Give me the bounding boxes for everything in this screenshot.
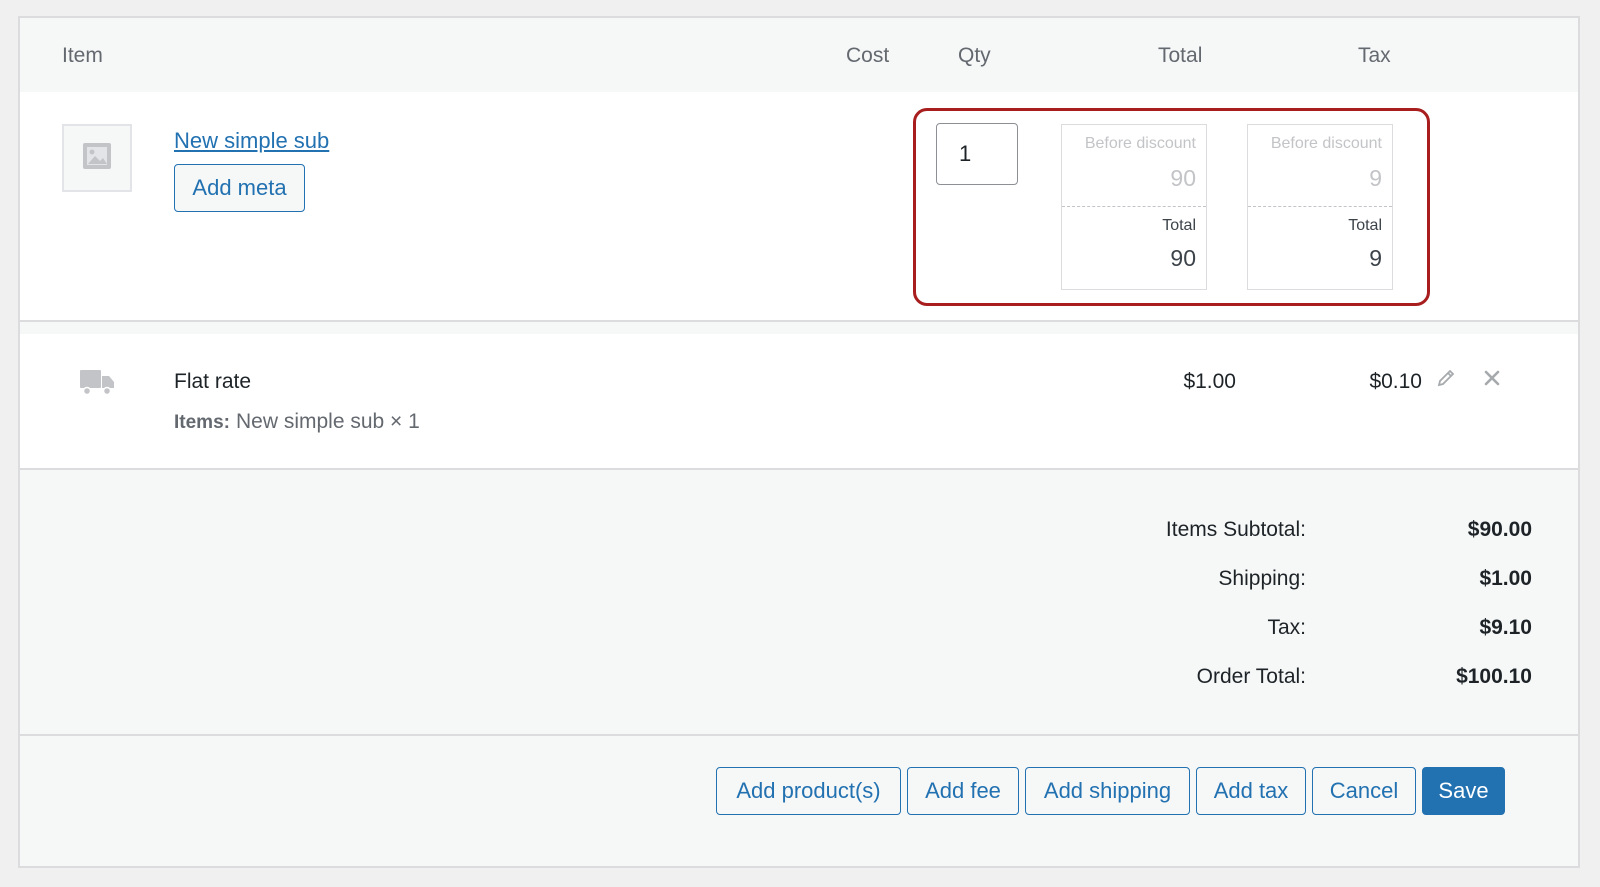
pencil-icon[interactable] <box>1436 368 1456 393</box>
shipping-row: Flat rate Items: New simple sub × 1 $1.00… <box>20 334 1578 470</box>
shipping-value: $1.00 <box>1479 567 1532 590</box>
header-qty: Qty <box>958 44 991 67</box>
order-total-value: $100.10 <box>1456 665 1532 688</box>
shipping-method-name: Flat rate <box>174 370 252 393</box>
totals-row-shipping: Shipping: $1.00 <box>20 567 1578 597</box>
add-meta-button[interactable]: Add meta <box>174 164 305 212</box>
order-total-label: Order Total: <box>1196 665 1306 688</box>
subtotal-value: $90.00 <box>1467 518 1532 541</box>
totals-row-tax: Tax: $9.10 <box>20 616 1578 646</box>
shipping-items-label: Items: <box>174 412 230 433</box>
save-button[interactable]: Save <box>1422 767 1505 815</box>
shipping-total: $1.00 <box>1183 370 1236 393</box>
product-thumbnail <box>62 124 132 192</box>
subtotal-label: Items Subtotal: <box>1165 518 1306 541</box>
header-total: Total <box>1158 44 1203 67</box>
header-tax: Tax <box>1358 44 1391 67</box>
order-items-panel: Item Cost Qty Total Tax New simple sub A… <box>18 16 1580 868</box>
line-item-row: New simple sub Add meta 1 Before discoun… <box>20 92 1578 322</box>
truck-icon <box>80 368 114 401</box>
add-fee-button[interactable]: Add fee <box>907 767 1019 815</box>
shipping-tax: $0.10 <box>1369 370 1422 393</box>
highlight-annotation <box>913 108 1430 306</box>
add-shipping-button[interactable]: Add shipping <box>1025 767 1190 815</box>
items-table-header: Item Cost Qty Total Tax <box>20 18 1578 92</box>
close-icon[interactable] <box>1484 370 1500 391</box>
image-placeholder-icon <box>82 142 112 175</box>
shipping-label: Shipping: <box>1218 567 1306 590</box>
totals-row-subtotal: Items Subtotal: $90.00 <box>20 518 1578 548</box>
tax-label: Tax: <box>1267 616 1306 639</box>
add-tax-button[interactable]: Add tax <box>1196 767 1306 815</box>
shipping-items-value: New simple sub × 1 <box>235 410 420 433</box>
tax-value: $9.10 <box>1479 616 1532 639</box>
shipping-items-meta: Items: New simple sub × 1 <box>174 410 420 434</box>
header-item: Item <box>62 44 103 67</box>
add-products-button[interactable]: Add product(s) <box>716 767 901 815</box>
actions-divider <box>20 734 1578 736</box>
header-cost: Cost <box>846 44 890 67</box>
product-name-link[interactable]: New simple sub <box>174 128 329 154</box>
cancel-button[interactable]: Cancel <box>1312 767 1416 815</box>
totals-row-order-total: Order Total: $100.10 <box>20 665 1578 695</box>
